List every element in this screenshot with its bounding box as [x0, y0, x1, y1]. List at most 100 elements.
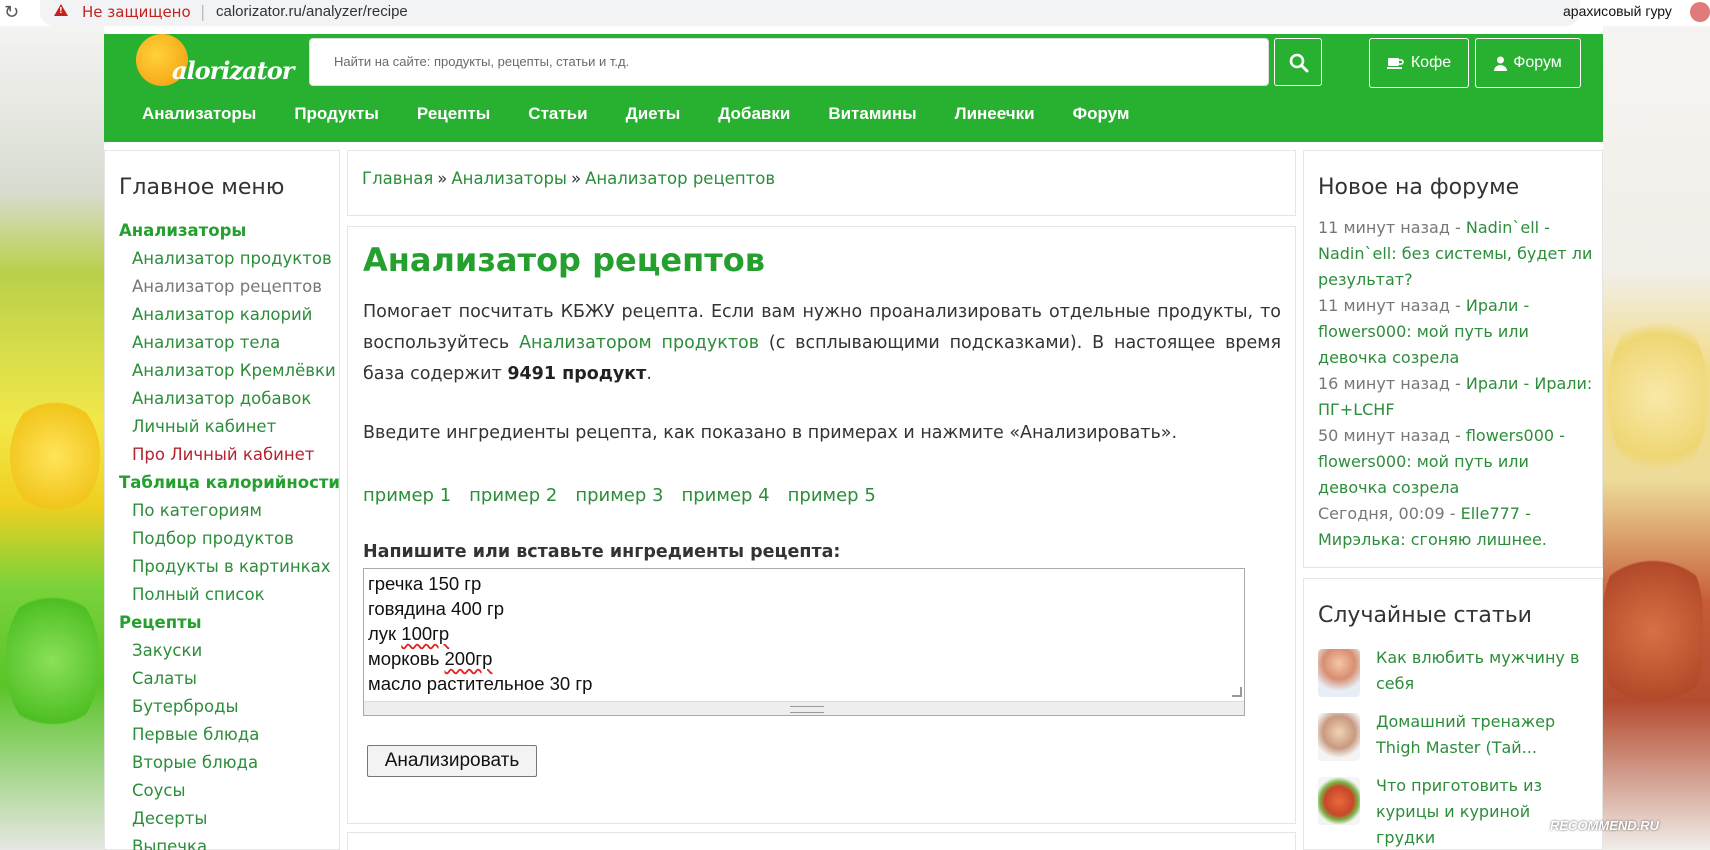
sidebar-category[interactable]: Анализаторы: [119, 217, 340, 245]
left-sidebar: Главное меню Анализаторы Анализатор проду…: [104, 150, 340, 850]
product-count: 9491 продукт: [507, 364, 647, 384]
article-item[interactable]: Как влюбить мужчину в себя: [1318, 645, 1594, 701]
article-title[interactable]: Домашний тренажер Thigh Master (Тай...: [1376, 709, 1586, 761]
decor-potato: [1608, 306, 1708, 486]
ingredient-line: говядина 400 гр: [368, 598, 505, 619]
omnibox[interactable]: Не защищено | calorizator.ru/analyzer/re…: [40, 0, 1580, 26]
omnibox-divider: |: [200, 2, 206, 21]
nav-diets[interactable]: Диеты: [626, 94, 681, 140]
site-logo[interactable]: alorizator: [126, 34, 294, 94]
forum-button[interactable]: Форум: [1475, 38, 1581, 88]
reload-icon[interactable]: ↻: [4, 2, 19, 23]
sidebar-title: Главное меню: [119, 175, 285, 200]
lower-panel: [347, 832, 1296, 850]
ingredient-name: морковь: [368, 648, 445, 669]
nav-forum[interactable]: Форум: [1073, 94, 1130, 140]
sidebar-item[interactable]: Личный кабинет: [119, 413, 340, 441]
background-right-decoration: [1603, 26, 1710, 850]
sidebar-item[interactable]: Анализатор рецептов: [119, 273, 340, 301]
sidebar-item[interactable]: Продукты в картинках: [119, 553, 340, 581]
forum-post-time: 16 минут назад: [1318, 374, 1450, 393]
example-link-1[interactable]: пример 1: [363, 485, 451, 506]
coffee-label: Кофе: [1410, 54, 1452, 71]
nav-analyzers[interactable]: Анализаторы: [142, 94, 256, 140]
article-title[interactable]: Что приготовить из курицы и куриной груд…: [1376, 773, 1586, 850]
page-title: Анализатор рецептов: [363, 241, 766, 279]
not-secure-label[interactable]: Не защищено: [82, 3, 191, 21]
sidebar-item[interactable]: По категориям: [119, 497, 340, 525]
sidebar-category[interactable]: Рецепты: [119, 609, 340, 637]
sidebar-item[interactable]: Выпечка: [119, 833, 340, 850]
article-item[interactable]: Домашний тренажер Thigh Master (Тай...: [1318, 709, 1594, 765]
sidebar-item[interactable]: Соусы: [119, 777, 340, 805]
search-input[interactable]: Найти на сайте: продукты, рецепты, стать…: [309, 38, 1269, 86]
articles-panel: Случайные статьи Как влюбить мужчину в с…: [1303, 578, 1603, 850]
intro-end: .: [646, 364, 652, 384]
sidebar-item[interactable]: Анализатор продуктов: [119, 245, 340, 273]
url-text[interactable]: calorizator.ru/analyzer/recipe: [216, 3, 408, 20]
sidebar-menu: Анализаторы Анализатор продуктов Анализато…: [119, 217, 340, 850]
textarea-resize-bar[interactable]: [364, 701, 1244, 715]
article-title[interactable]: Как влюбить мужчину в себя: [1376, 645, 1586, 697]
forum-post-time: 11 минут назад: [1318, 218, 1450, 237]
example-link-4[interactable]: пример 4: [681, 485, 769, 506]
profile-name[interactable]: арахисовый гуру: [1563, 3, 1672, 19]
coffee-button[interactable]: Кофе: [1369, 38, 1469, 88]
example-link-2[interactable]: пример 2: [469, 485, 557, 506]
search-icon: [1289, 53, 1309, 73]
sidebar-category[interactable]: Таблица калорийности: [119, 469, 340, 497]
sidebar-item[interactable]: Десерты: [119, 805, 340, 833]
browser-address-bar: ↻ Не защищено | calorizator.ru/analyzer/…: [0, 0, 1710, 26]
example-link-5[interactable]: пример 5: [788, 485, 876, 506]
site-header: alorizator Найти на сайте: продукты, рец…: [104, 34, 1603, 142]
breadcrumb-separator: »: [437, 169, 448, 188]
chicken-dish-thumbnail-icon: [1318, 777, 1360, 825]
breadcrumb-current[interactable]: Анализатор рецептов: [585, 169, 775, 188]
nav-articles[interactable]: Статьи: [528, 94, 587, 140]
search-button[interactable]: [1274, 38, 1322, 86]
watermark: RECOMMEND.RU: [1550, 818, 1660, 833]
forum-label: Форум: [1513, 54, 1562, 71]
forum-post-dash: -: [1449, 374, 1466, 393]
sidebar-item[interactable]: Первые блюда: [119, 721, 340, 749]
nav-products[interactable]: Продукты: [294, 94, 379, 140]
sidebar-item[interactable]: Подбор продуктов: [119, 525, 340, 553]
resize-grip-icon[interactable]: [1232, 687, 1242, 697]
main-nav: Анализаторы Продукты Рецепты Статьи Диет…: [104, 94, 1129, 140]
forum-post-dash: -: [1449, 218, 1466, 237]
sidebar-item[interactable]: Анализатор калорий: [119, 301, 340, 329]
background-left-decoration: [0, 26, 104, 850]
nav-rulers[interactable]: Линеечки: [955, 94, 1035, 140]
nav-vitamins[interactable]: Витамины: [828, 94, 916, 140]
nav-supplements[interactable]: Добавки: [718, 94, 790, 140]
sidebar-item[interactable]: Вторые блюда: [119, 749, 340, 777]
product-analyzer-link[interactable]: Анализатором продуктов: [519, 333, 759, 353]
sidebar-item[interactable]: Анализатор добавок: [119, 385, 340, 413]
breadcrumb-home[interactable]: Главная: [362, 169, 433, 188]
analyze-button[interactable]: Анализировать: [367, 745, 537, 777]
sidebar-item[interactable]: Про Личный кабинет: [119, 441, 340, 469]
forum-post-time: 50 минут назад: [1318, 426, 1450, 445]
sidebar-item[interactable]: Анализатор тела: [119, 329, 340, 357]
spellcheck-word: 200гр: [444, 648, 493, 669]
forum-panel: Новое на форуме 11 минут назад - Nadin`e…: [1303, 150, 1603, 568]
example-link-3[interactable]: пример 3: [575, 485, 663, 506]
ingredient-name: лук: [368, 623, 402, 644]
decor-cutlet: [1603, 546, 1703, 716]
profile-avatar[interactable]: [1690, 2, 1710, 22]
sidebar-item[interactable]: Полный список: [119, 581, 340, 609]
breadcrumb-analyzers[interactable]: Анализаторы: [451, 169, 567, 188]
sidebar-item[interactable]: Анализатор Кремлёвки: [119, 357, 340, 385]
sidebar-item[interactable]: Закуски: [119, 637, 340, 665]
ingredient-line: гречка 150 гр: [368, 573, 482, 594]
breadcrumb-panel: Главная» Анализаторы» Анализатор рецептов: [347, 150, 1296, 216]
sidebar-item[interactable]: Салаты: [119, 665, 340, 693]
logo-text: alorizator: [172, 56, 294, 85]
nav-recipes[interactable]: Рецепты: [417, 94, 490, 140]
forum-posts: 11 минут назад - Nadin`ell - Nadin`ell: …: [1318, 215, 1594, 553]
ingredients-textarea[interactable]: гречка 150 гр говядина 400 гр лук 100гр …: [363, 568, 1245, 716]
forum-post: 11 минут назад - Nadin`ell - Nadin`ell: …: [1318, 215, 1594, 293]
spellcheck-word: 100гр: [401, 623, 450, 644]
sidebar-item[interactable]: Бутерброды: [119, 693, 340, 721]
trainer-thumbnail-icon: [1318, 713, 1360, 761]
